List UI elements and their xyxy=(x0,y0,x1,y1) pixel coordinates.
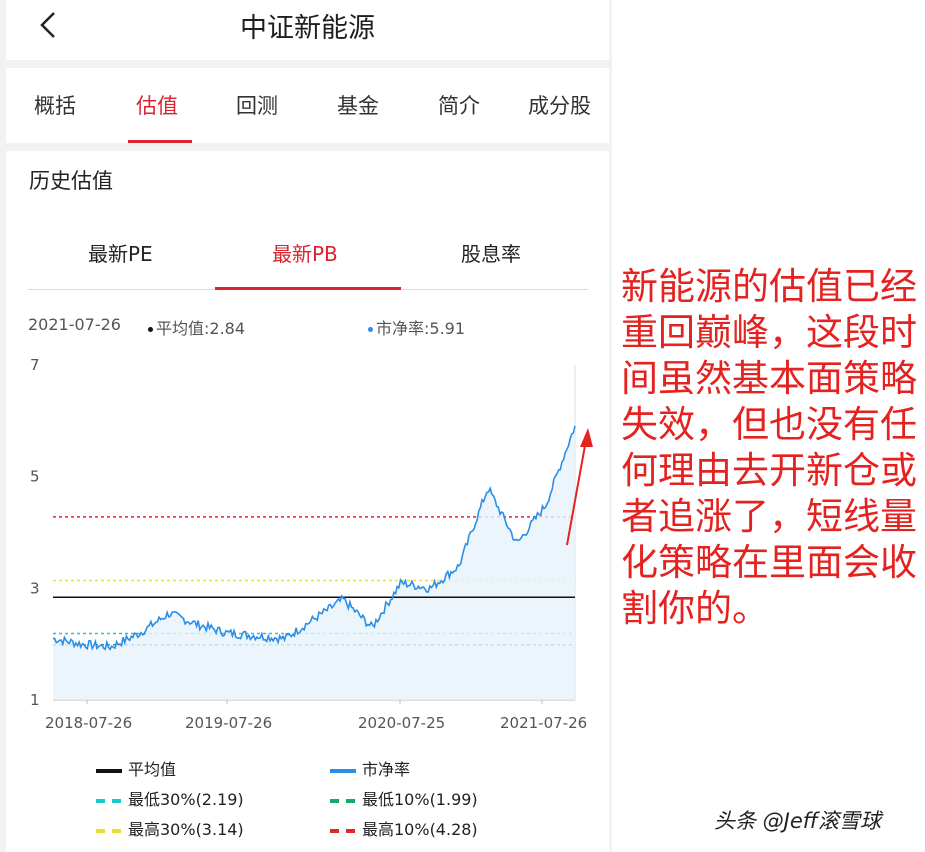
x-tick-label: 2018-07-26 xyxy=(45,714,132,732)
legend-average-label: 平均值 xyxy=(128,760,177,779)
legend-low30: 最低30%(2.19) xyxy=(96,786,244,810)
y-tick-label: 7 xyxy=(30,356,40,374)
legend-high30-label: 最高30%(3.14) xyxy=(128,820,244,839)
legend-swatch-low10 xyxy=(330,798,356,803)
legend-swatch-pb xyxy=(330,768,356,773)
x-tick-label: 2021-07-26 xyxy=(500,714,587,732)
x-tick-label: 2019-07-26 xyxy=(185,714,272,732)
legend-swatch-low30 xyxy=(96,798,122,803)
y-tick-label: 1 xyxy=(30,691,40,709)
legend-high30: 最高30%(3.14) xyxy=(96,816,244,840)
legend-low10-label: 最低10%(1.99) xyxy=(362,790,478,809)
legend-swatch-high30 xyxy=(96,828,122,833)
phone-screen: 中证新能源 概括 估值 回测 基金 简介 成分股 历史估值 最新PE 最新PB … xyxy=(0,0,612,852)
pb-area-fill xyxy=(53,425,575,700)
legend-average: 平均值 xyxy=(96,756,176,780)
legend-high10: 最高10%(4.28) xyxy=(330,816,478,840)
x-tick-label: 2020-07-25 xyxy=(358,714,445,732)
legend-low10: 最低10%(1.99) xyxy=(330,786,478,810)
annotation-arrow-head xyxy=(580,428,593,447)
legend-high10-label: 最高10%(4.28) xyxy=(362,820,478,839)
legend-low30-label: 最低30%(2.19) xyxy=(128,790,244,809)
legend-swatch-average xyxy=(96,768,122,773)
y-tick-label: 5 xyxy=(30,468,40,486)
pb-chart: 1 3 5 7 2018-07-26 2019-07-26 2020-07-25 2021-0… xyxy=(30,356,593,732)
legend-pb: 市净率 xyxy=(330,756,410,780)
watermark: 头条 @Jeff滚雪球 xyxy=(714,809,881,833)
legend-pb-label: 市净率 xyxy=(362,760,411,779)
annotation-text: 新能源的估值已经重回巅峰，这段时间虽然基本面策略失效，但也没有任何理由去开新仓或… xyxy=(621,265,917,630)
y-tick-label: 3 xyxy=(30,579,40,597)
legend-swatch-high10 xyxy=(330,828,356,833)
